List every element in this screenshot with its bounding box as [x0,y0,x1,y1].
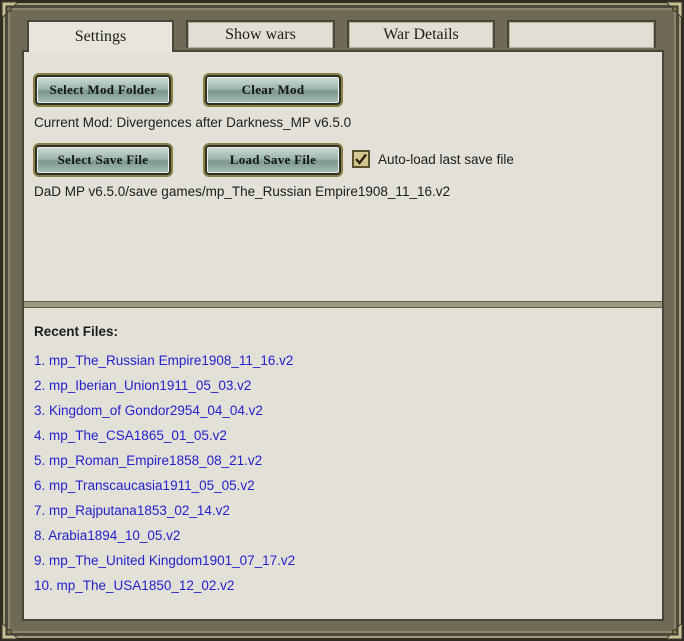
recent-file-link[interactable]: 6. mp_Transcaucasia1911_05_05.v2 [34,477,295,502]
tab-show-wars[interactable]: Show wars [186,20,335,48]
tab-empty[interactable] [507,20,656,48]
settings-panel: Select Mod Folder Clear Mod Current Mod:… [22,50,664,621]
select-mod-folder-button[interactable]: Select Mod Folder [35,75,171,105]
auto-load-label: Auto-load last save file [378,152,514,167]
recent-file-link[interactable]: 3. Kingdom_of Gondor2954_04_04.v2 [34,402,295,427]
recent-file-link[interactable]: 1. mp_The_Russian Empire1908_11_16.v2 [34,352,295,377]
ornament-corner-icon [0,619,22,641]
recent-file-link[interactable]: 7. mp_Rajputana1853_02_14.v2 [34,502,295,527]
recent-file-link[interactable]: 9. mp_The_United Kingdom1901_07_17.v2 [34,552,295,577]
tab-war-details[interactable]: War Details [347,20,495,48]
tab-settings[interactable]: Settings [27,20,174,52]
ornament-corner-icon [662,619,684,641]
ornament-corner-icon [662,0,684,22]
recent-files-title: Recent Files: [34,324,119,339]
panel-divider [24,301,662,308]
save-path-text: DaD MP v6.5.0/save games/mp_The_Russian … [34,184,450,199]
ornament-corner-icon [0,0,22,22]
recent-file-link[interactable]: 4. mp_The_CSA1865_01_05.v2 [34,427,295,452]
recent-file-link[interactable]: 5. mp_Roman_Empire1858_08_21.v2 [34,452,295,477]
current-mod-text: Current Mod: Divergences after Darkness_… [34,115,352,130]
recent-file-link[interactable]: 10. mp_The_USA1850_12_02.v2 [34,577,295,602]
auto-load-checkbox[interactable] [352,150,370,168]
select-save-file-button[interactable]: Select Save File [35,145,171,175]
recent-file-link[interactable]: 2. mp_Iberian_Union1911_05_03.v2 [34,377,295,402]
load-save-file-button[interactable]: Load Save File [205,145,341,175]
recent-files-list: 1. mp_The_Russian Empire1908_11_16.v2 2.… [34,352,295,602]
recent-file-link[interactable]: 8. Arabia1894_10_05.v2 [34,527,295,552]
clear-mod-button[interactable]: Clear Mod [205,75,341,105]
checkmark-icon [355,153,367,165]
